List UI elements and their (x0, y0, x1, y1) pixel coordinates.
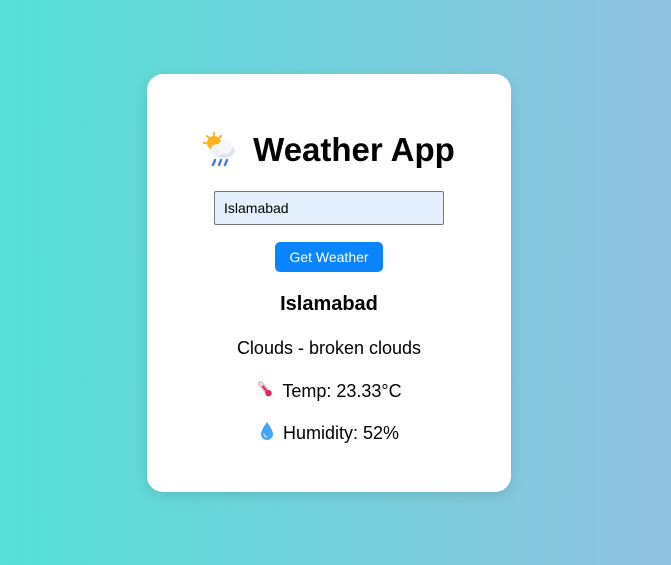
title-row: Weather App (147, 130, 511, 170)
droplet-icon (259, 421, 275, 446)
thermometer-icon (256, 379, 274, 404)
temperature-text: Temp: 23.33°C (282, 381, 402, 401)
temperature-row: Temp: 23.33°C (147, 379, 511, 404)
get-weather-button[interactable]: Get Weather (275, 242, 383, 272)
weather-card: Weather App Get Weather Islamabad Clouds… (147, 74, 511, 492)
city-name: Islamabad (280, 293, 378, 315)
app-title: Weather App (253, 131, 455, 168)
sun-behind-rain-cloud-icon (203, 132, 239, 168)
city-input[interactable] (214, 191, 444, 225)
humidity-row: Humidity: 52% (147, 421, 511, 446)
humidity-text: Humidity: 52% (282, 423, 400, 443)
weather-condition: Clouds - broken clouds (236, 338, 422, 358)
